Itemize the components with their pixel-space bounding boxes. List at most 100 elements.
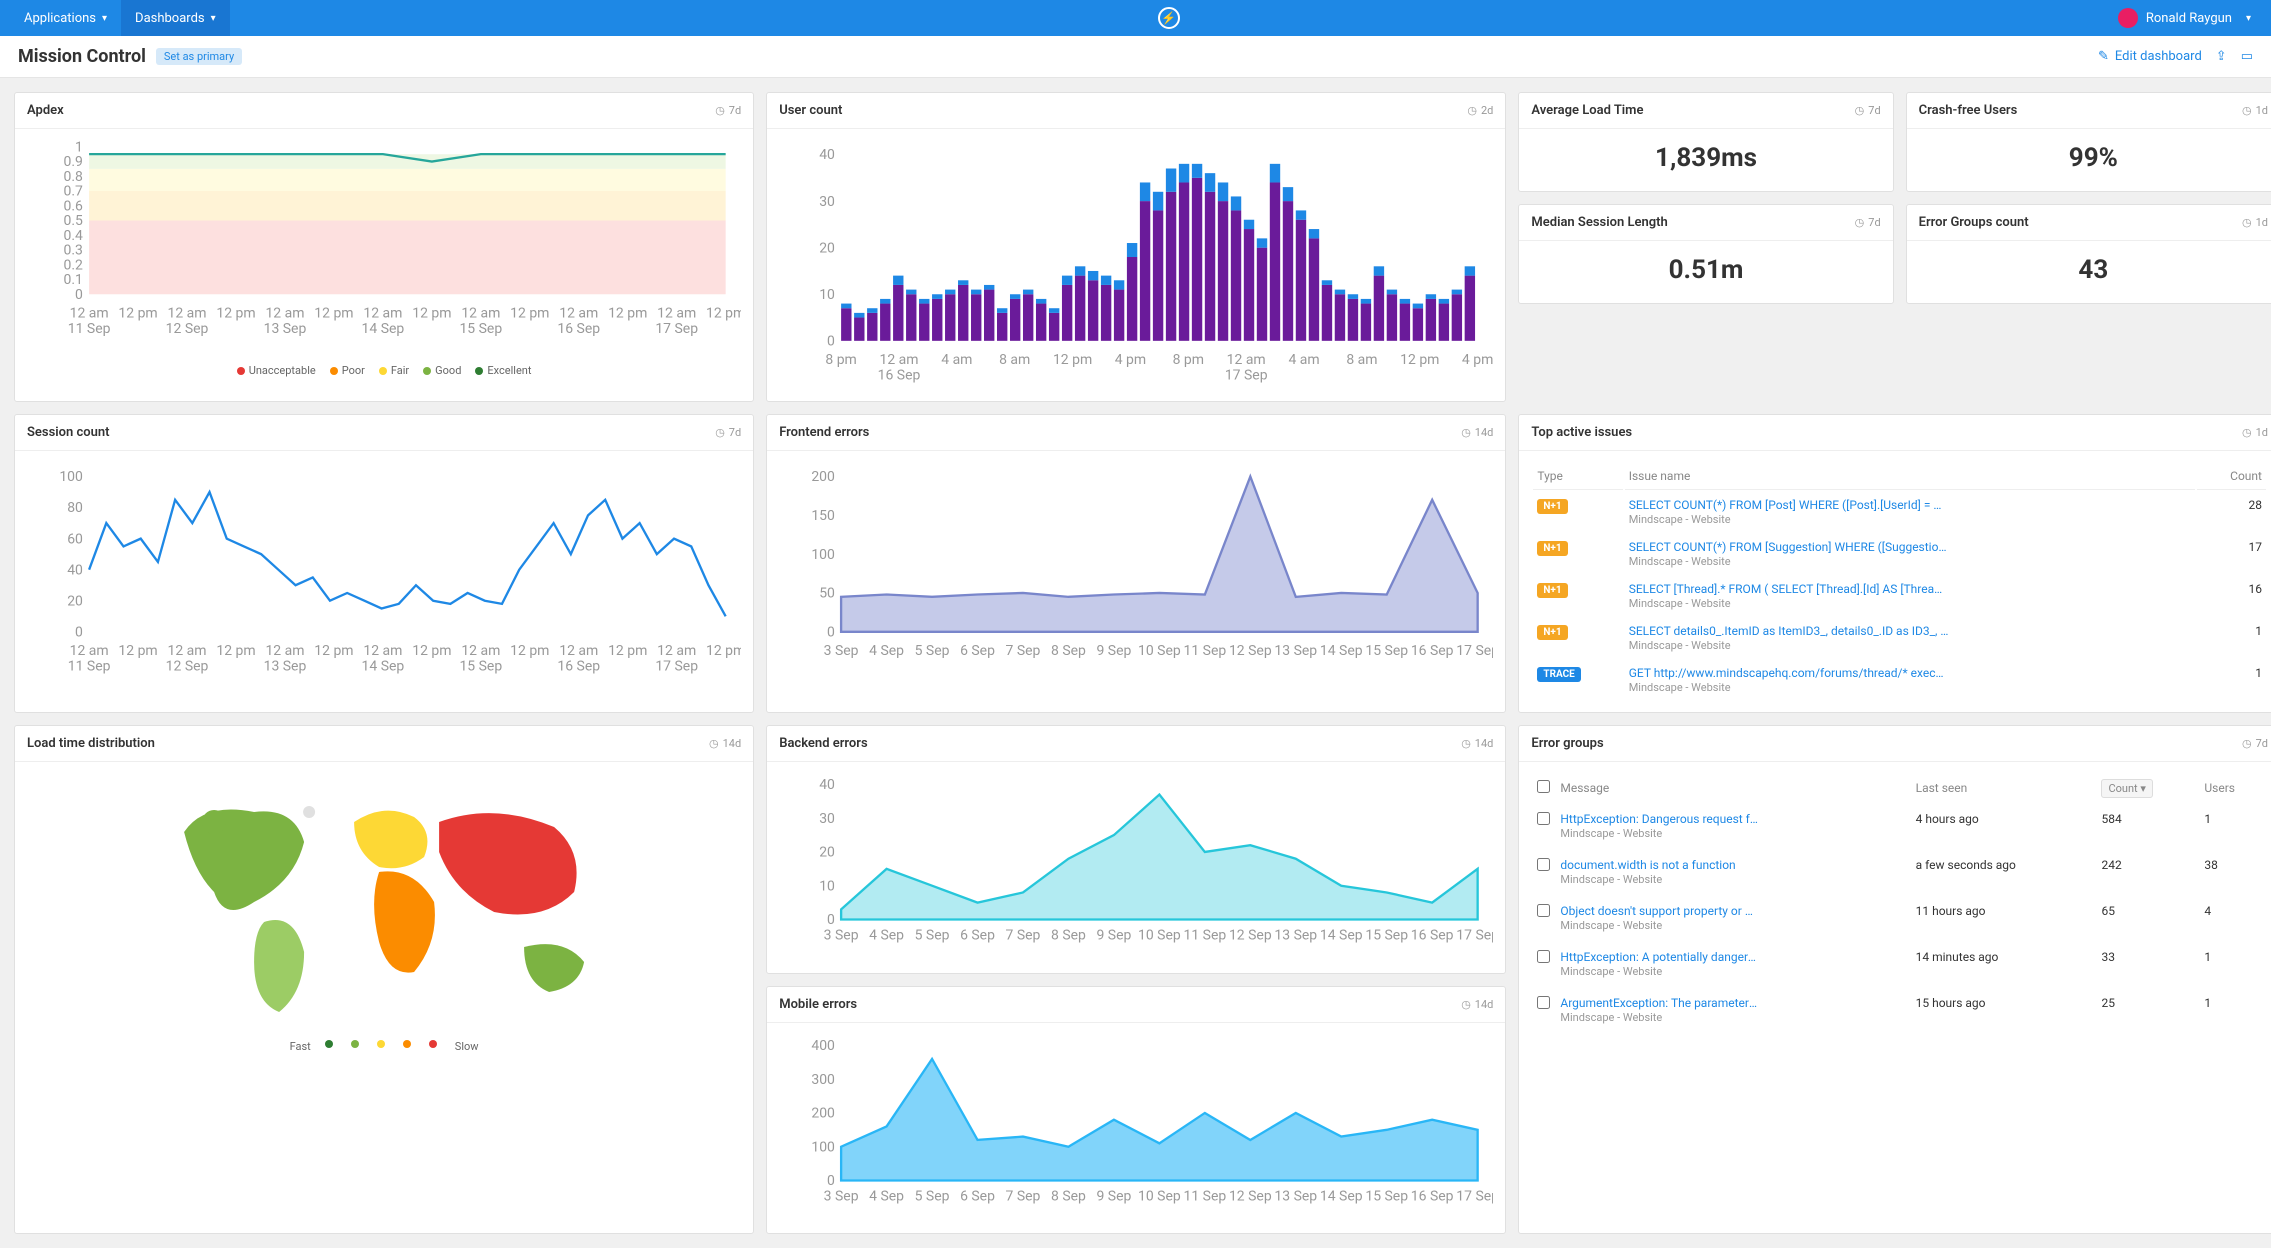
svg-text:4 am: 4 am <box>1289 352 1320 368</box>
error-message-link[interactable]: HttpException: A potentially dangerous R… <box>1560 950 1760 964</box>
svg-text:30: 30 <box>819 811 835 827</box>
issue-row[interactable]: TRACE GET http://www.mindscapehq.com/for… <box>1533 660 2266 700</box>
set-primary-button[interactable]: Set as primary <box>156 48 242 65</box>
export-icon: ⇪ <box>2216 49 2227 64</box>
svg-text:12 pm: 12 pm <box>1053 352 1092 368</box>
svg-text:12 Sep: 12 Sep <box>166 659 209 675</box>
error-source: Mindscape - Website <box>1560 919 1662 932</box>
svg-text:12 pm: 12 pm <box>216 306 255 322</box>
svg-text:8 Sep: 8 Sep <box>1051 928 1086 944</box>
chevron-down-icon: ▾ <box>102 13 107 24</box>
period-badge: ◷14d <box>1461 737 1493 750</box>
issue-row[interactable]: N+1 SELECT COUNT(*) FROM [Post] WHERE ([… <box>1533 492 2266 532</box>
svg-text:60: 60 <box>67 532 83 548</box>
issue-type-badge: N+1 <box>1537 583 1567 598</box>
logo-icon[interactable]: ⚡ <box>1158 7 1180 29</box>
row-checkbox[interactable] <box>1537 858 1550 871</box>
issue-source: Mindscape - Website <box>1629 513 1731 526</box>
kpi-value: 43 <box>1907 241 2271 303</box>
last-seen: a few seconds ago <box>1912 850 2096 894</box>
error-group-row[interactable]: HttpException: A potentially dangerous R… <box>1533 942 2266 986</box>
issue-link[interactable]: GET http://www.mindscapehq.com/forums/th… <box>1629 666 1949 680</box>
svg-text:4 Sep: 4 Sep <box>869 928 904 944</box>
clock-icon: ◷ <box>2242 426 2252 439</box>
svg-text:7 Sep: 7 Sep <box>1006 1188 1041 1204</box>
issues-table: Type Issue name Count N+1 SELECT COUNT(*… <box>1531 461 2268 702</box>
legend-fast: Fast <box>290 1040 311 1053</box>
issue-link[interactable]: SELECT details0_.ItemID as ItemID3_, det… <box>1629 624 1949 638</box>
card-top-issues: Top active issues◷1d Type Issue name Cou… <box>1518 414 2271 713</box>
error-message-link[interactable]: ArgumentException: The parameters dictio… <box>1560 996 1760 1010</box>
nav-applications[interactable]: Applications▾ <box>10 0 121 36</box>
col-name: Issue name <box>1625 463 2195 490</box>
svg-text:30: 30 <box>819 194 835 210</box>
error-source: Mindscape - Website <box>1560 827 1662 840</box>
svg-text:100: 100 <box>59 470 83 486</box>
avatar <box>2118 8 2138 28</box>
issue-source: Mindscape - Website <box>1629 681 1731 694</box>
row-checkbox[interactable] <box>1537 996 1550 1009</box>
svg-text:17 Sep: 17 Sep <box>655 659 698 675</box>
period-badge: ◷7d <box>1855 104 1881 117</box>
svg-text:100: 100 <box>812 547 836 563</box>
period-badge: ◷7d <box>1855 216 1881 229</box>
svg-text:10 Sep: 10 Sep <box>1138 928 1181 944</box>
period-badge: ◷14d <box>709 737 741 750</box>
error-users: 1 <box>2200 804 2266 848</box>
error-group-row[interactable]: document.width is not a functionMindscap… <box>1533 850 2266 894</box>
issue-type-badge: N+1 <box>1537 541 1567 556</box>
issue-link[interactable]: SELECT COUNT(*) FROM [Suggestion] WHERE … <box>1629 540 1949 554</box>
svg-text:300: 300 <box>812 1072 836 1088</box>
card-frontend-errors: Frontend errors◷14d 0501001502003 Sep4 S… <box>766 414 1506 713</box>
tv-mode-button[interactable]: ▭ <box>2241 49 2253 64</box>
error-message-link[interactable]: document.width is not a function <box>1560 858 1760 872</box>
svg-text:0.2: 0.2 <box>64 257 84 273</box>
row-checkbox[interactable] <box>1537 812 1550 825</box>
svg-text:0.1: 0.1 <box>64 272 83 288</box>
issue-row[interactable]: N+1 SELECT COUNT(*) FROM [Suggestion] WH… <box>1533 534 2266 574</box>
issue-link[interactable]: SELECT [Thread].* FROM ( SELECT [Thread]… <box>1629 582 1949 596</box>
error-group-row[interactable]: ArgumentException: The parameters dictio… <box>1533 988 2266 1032</box>
svg-text:12 am: 12 am <box>265 643 304 659</box>
export-button[interactable]: ⇪ <box>2216 49 2227 64</box>
card-error-groups: Error groups◷7d Message Last seen Count … <box>1518 725 2271 1234</box>
row-checkbox[interactable] <box>1537 950 1550 963</box>
top-bar: Applications▾ Dashboards▾ ⚡ Ronald Raygu… <box>0 0 2271 36</box>
svg-text:6 Sep: 6 Sep <box>960 928 995 944</box>
last-seen: 15 hours ago <box>1912 988 2096 1032</box>
error-message-link[interactable]: Object doesn't support property or metho… <box>1560 904 1760 918</box>
svg-text:17 Sep: 17 Sep <box>1456 643 1493 659</box>
svg-text:12 am: 12 am <box>363 306 402 322</box>
sort-count-button[interactable]: Count ▾ <box>2101 779 2152 798</box>
error-count: 25 <box>2097 988 2198 1032</box>
world-map[interactable] <box>27 772 741 1032</box>
issue-row[interactable]: N+1 SELECT [Thread].* FROM ( SELECT [Thr… <box>1533 576 2266 616</box>
card-mobile-errors: Mobile errors◷14d 01002003004003 Sep4 Se… <box>766 986 1506 1234</box>
last-seen: 14 minutes ago <box>1912 942 2096 986</box>
svg-text:0.4: 0.4 <box>64 228 84 244</box>
card-title: Load time distribution <box>27 736 155 751</box>
apdex-chart: 00.10.20.30.40.50.60.70.80.91 12 am11 Se… <box>27 139 741 356</box>
error-count: 33 <box>2097 942 2198 986</box>
svg-text:14 Sep: 14 Sep <box>362 659 405 675</box>
row-checkbox[interactable] <box>1537 904 1550 917</box>
period-badge: ◷14d <box>1461 998 1493 1011</box>
svg-text:10: 10 <box>819 879 835 895</box>
svg-text:0.6: 0.6 <box>64 198 84 214</box>
user-menu[interactable]: Ronald Raygun ▾ <box>2108 8 2261 28</box>
error-group-row[interactable]: Object doesn't support property or metho… <box>1533 896 2266 940</box>
svg-text:14 Sep: 14 Sep <box>362 321 405 337</box>
issue-row[interactable]: N+1 SELECT details0_.ItemID as ItemID3_,… <box>1533 618 2266 658</box>
chevron-down-icon: ▾ <box>2246 13 2251 24</box>
clock-icon: ◷ <box>2242 216 2252 229</box>
card-crash-free: Crash-free Users◷1d 99% <box>1906 92 2271 192</box>
nav-dashboards[interactable]: Dashboards▾ <box>121 0 230 36</box>
svg-text:20: 20 <box>67 594 83 610</box>
issue-link[interactable]: SELECT COUNT(*) FROM [Post] WHERE ([Post… <box>1629 498 1949 512</box>
svg-text:12 pm: 12 pm <box>412 306 451 322</box>
select-all-checkbox[interactable] <box>1537 780 1550 793</box>
edit-dashboard-button[interactable]: ✎Edit dashboard <box>2098 49 2202 64</box>
error-group-row[interactable]: HttpException: Dangerous request from cl… <box>1533 804 2266 848</box>
card-title: Error Groups count <box>1919 215 2029 230</box>
error-message-link[interactable]: HttpException: Dangerous request from cl… <box>1560 812 1760 826</box>
